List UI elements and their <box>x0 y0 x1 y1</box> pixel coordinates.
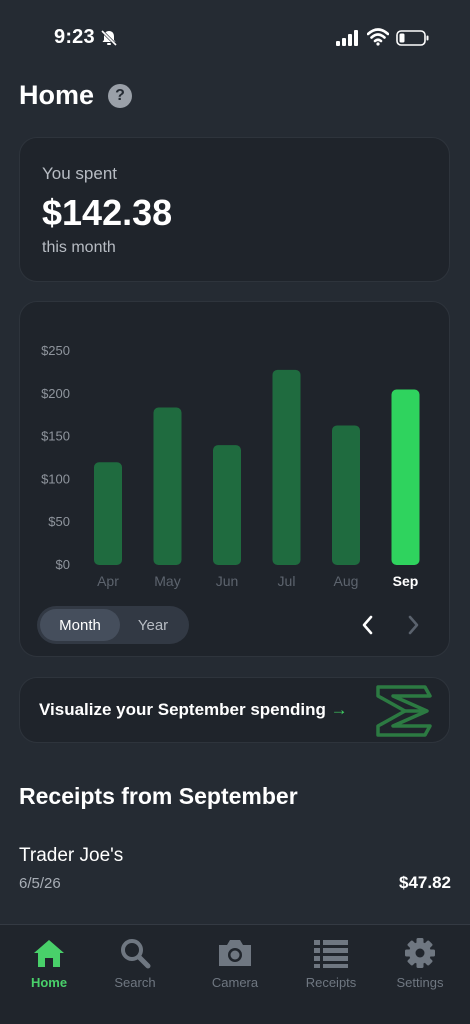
spent-period: this month <box>42 239 116 256</box>
chart-bar-sep[interactable] <box>391 389 420 565</box>
tab-receipts[interactable]: Receipts <box>284 937 378 997</box>
next-period-button[interactable] <box>402 613 424 637</box>
visualize-spending-card[interactable]: Visualize your September spending → <box>19 677 450 743</box>
receipt-amount: $47.82 <box>399 873 451 892</box>
home-screen: 9:23 Home ? You spent $142.38 this month… <box>0 0 470 1024</box>
spending-chart-card: $0 $50 $100 $150 $200 $250 Apr May Jun Jul Aug Sep … <box>19 301 450 657</box>
receipt-row[interactable]: Trader Joe's 6/5/26 $47.82 <box>19 845 451 895</box>
x-tick-label-sep[interactable]: Sep <box>393 573 419 589</box>
status-time: 9:23 <box>54 26 95 48</box>
spent-amount: $142.38 <box>42 192 173 233</box>
wifi-icon <box>367 28 389 46</box>
tab-settings-label: Settings <box>396 975 444 990</box>
battery-icon <box>396 30 429 46</box>
y-tick-label: $100 <box>41 471 70 486</box>
tab-camera[interactable]: Camera <box>188 937 282 997</box>
x-tick-label-jun[interactable]: Jun <box>216 573 239 589</box>
spent-label: You spent <box>42 164 117 183</box>
monthly-spend-card: You spent $142.38 this month <box>19 137 450 282</box>
visualize-spending-link[interactable]: Visualize your September spending → <box>39 700 348 720</box>
page-title: Home <box>19 80 95 110</box>
spending-bar-chart: $0 $50 $100 $150 $200 $250 Apr May Jun Jul Aug Sep <box>41 343 420 589</box>
search-icon <box>121 939 151 969</box>
x-tick-label-may[interactable]: May <box>154 573 180 589</box>
chart-bar-apr[interactable] <box>94 462 122 565</box>
period-option-month[interactable]: Month <box>40 609 120 641</box>
tab-receipts-label: Receipts <box>305 975 357 990</box>
home-icon <box>34 940 64 967</box>
y-tick-label: $0 <box>56 557 70 572</box>
tab-camera-label: Camera <box>211 975 259 990</box>
tab-home[interactable]: Home <box>2 937 96 997</box>
chart-bar-aug[interactable] <box>332 425 360 565</box>
status-bar: 9:23 <box>0 0 470 72</box>
cellular-signal-icon <box>336 30 358 46</box>
tab-search-label: Search <box>114 975 156 990</box>
gear-icon <box>405 938 435 968</box>
arrow-right-icon: → <box>330 700 348 719</box>
chart-bar-jun[interactable] <box>213 445 241 565</box>
receipt-date: 6/5/26 <box>19 875 61 892</box>
receipt-merchant: Trader Joe's <box>19 845 124 866</box>
y-tick-label: $50 <box>48 514 70 529</box>
y-tick-label: $150 <box>41 429 70 444</box>
help-icon[interactable]: ? <box>108 84 132 108</box>
spending-visual-logo-icon <box>376 685 432 737</box>
y-tick-label: $250 <box>41 343 70 358</box>
period-toggle: Month Year <box>37 606 189 644</box>
chart-bar-jul[interactable] <box>272 369 301 565</box>
visualize-text: Visualize your September spending <box>39 700 326 719</box>
tab-home-label: Home <box>30 975 68 990</box>
receipts-section-title: Receipts from September <box>19 783 298 809</box>
bell-muted-icon <box>100 29 118 47</box>
tab-settings[interactable]: Settings <box>373 937 467 997</box>
previous-period-button[interactable] <box>357 613 379 637</box>
x-tick-label-aug[interactable]: Aug <box>334 573 359 589</box>
x-tick-label-apr[interactable]: Apr <box>97 573 119 589</box>
period-option-year[interactable]: Year <box>120 609 186 641</box>
chart-bar-may[interactable] <box>153 407 182 565</box>
receipts-list-icon <box>314 940 348 968</box>
camera-icon <box>219 940 251 966</box>
x-tick-label-jul[interactable]: Jul <box>278 573 296 589</box>
bottom-tab-bar: Home Search Camera Receipts Settings <box>0 924 470 1024</box>
y-tick-label: $200 <box>41 386 70 401</box>
tab-search[interactable]: Search <box>88 937 182 997</box>
